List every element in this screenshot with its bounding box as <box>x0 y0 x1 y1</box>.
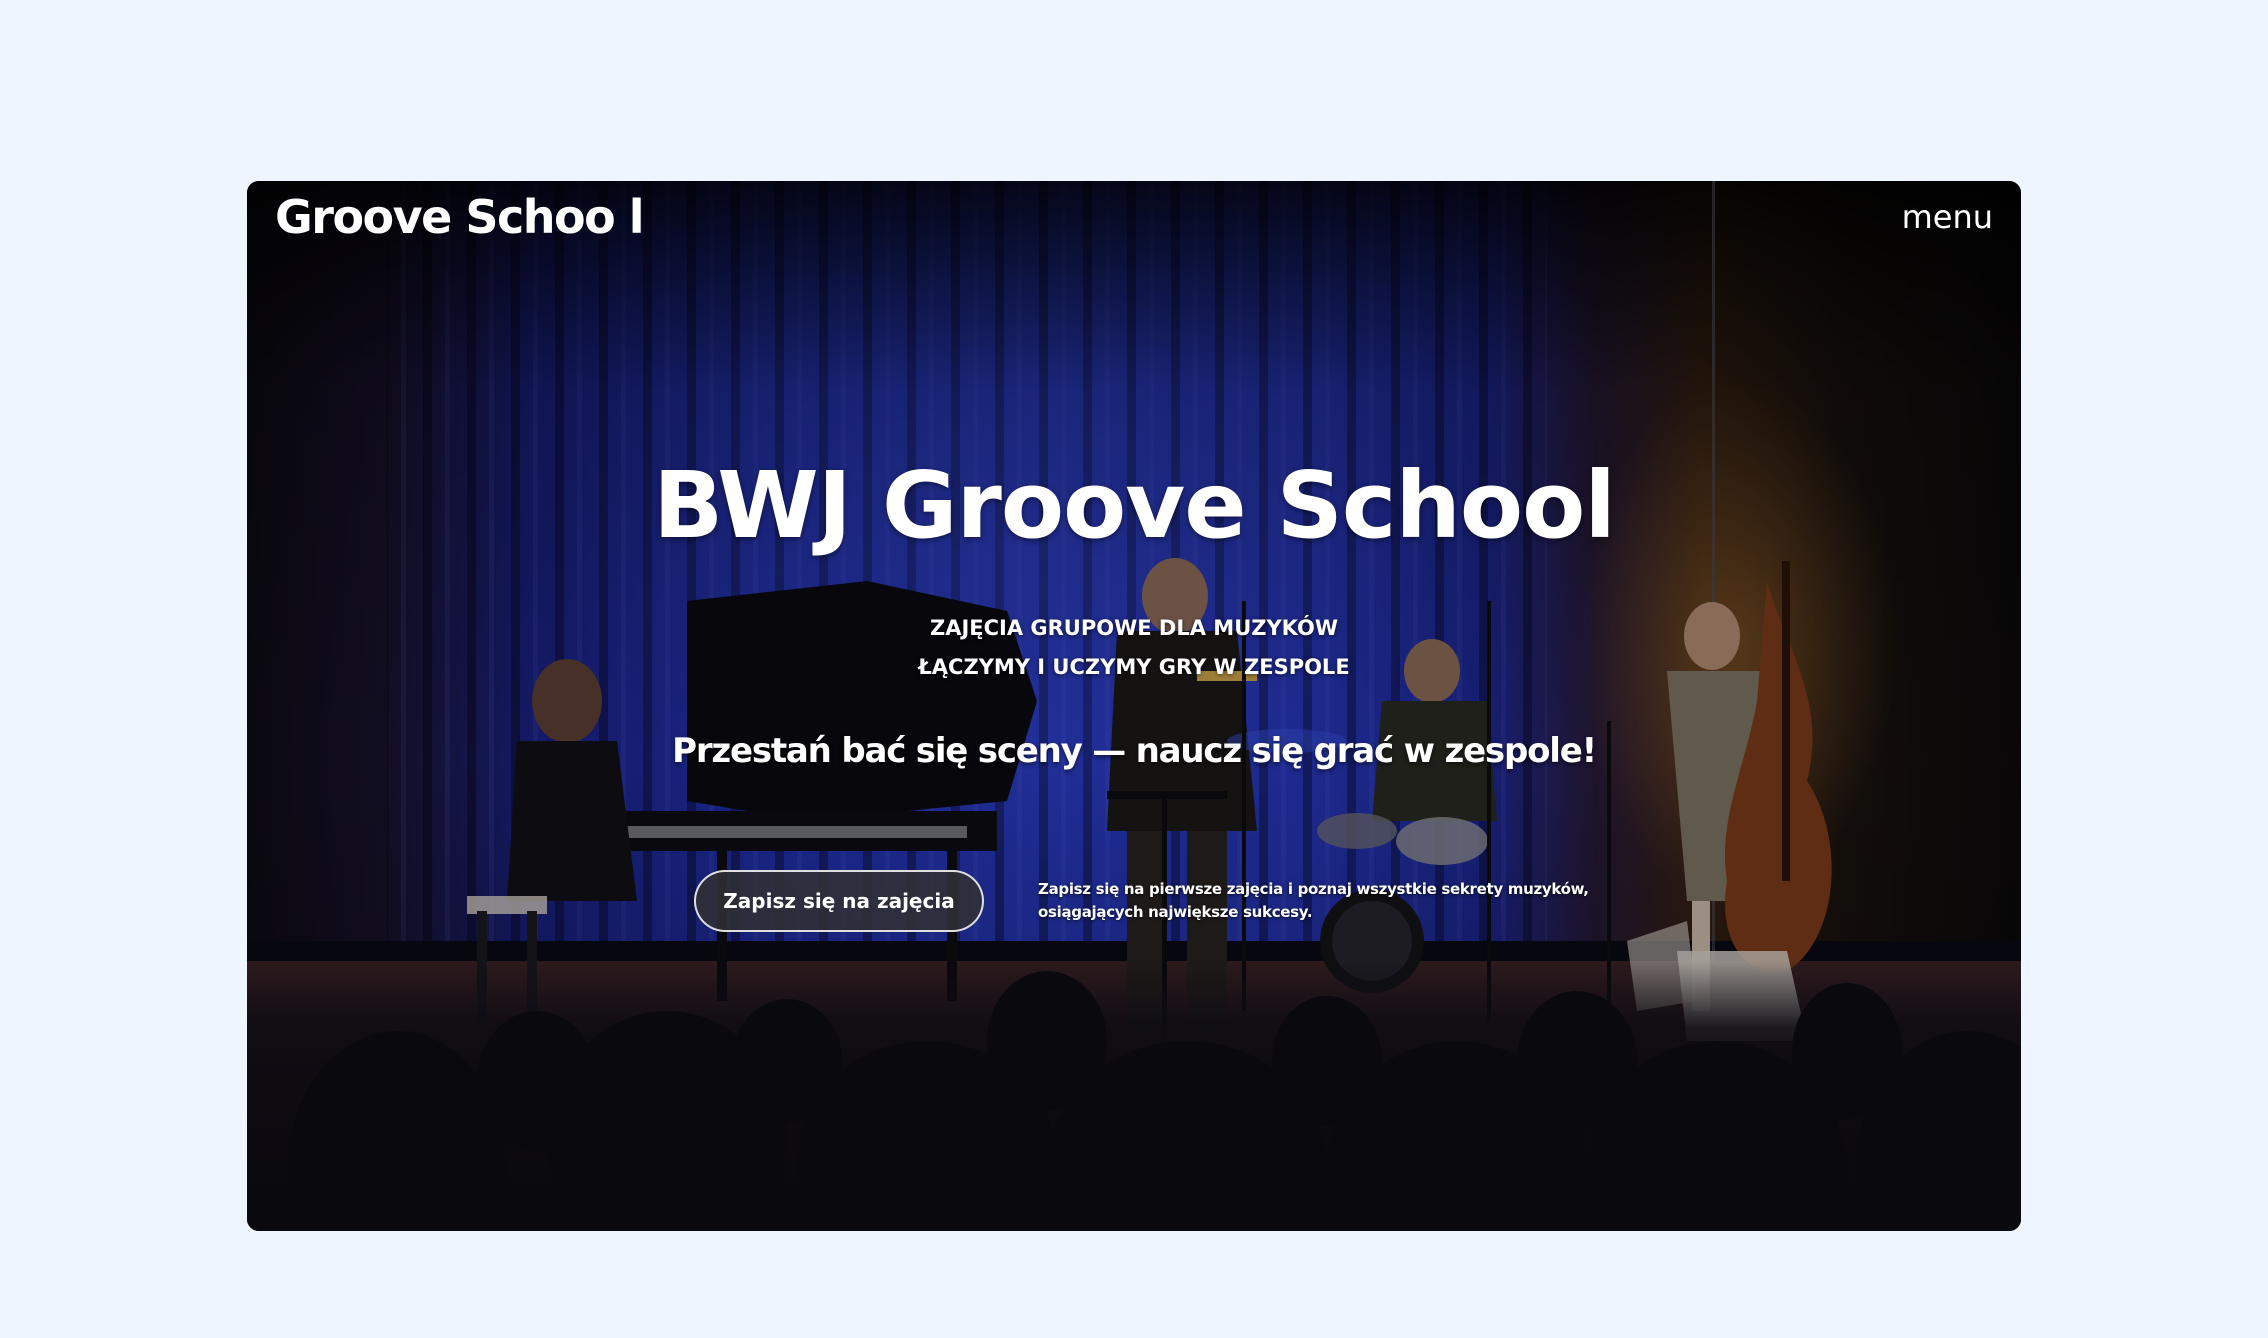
groove-school-logo[interactable]: Groove Schoo l <box>275 191 644 243</box>
hero-tagline: Przestań bać się sceny — naucz się grać … <box>672 731 1597 771</box>
hero-section: Groove Schoo l menu BWJ Groove School ZA… <box>247 181 2021 1231</box>
hero-subtitle-line-1: ZAJĘCIA GRUPOWE DLA MUZYKÓW <box>929 616 1339 640</box>
signup-button[interactable]: Zapisz się na zajęcia <box>694 870 984 932</box>
concert-stage-photo <box>247 181 2021 1231</box>
hero-title: BWJ Groove School <box>653 452 1616 559</box>
signup-description: Zapisz się na pierwsze zajęcia i poznaj … <box>1038 880 1589 921</box>
hero-subtitle-line-2: ŁĄCZYMY I UCZYMY GRY W ZESPOLE <box>918 655 1350 679</box>
menu-button[interactable]: menu <box>1902 193 1993 241</box>
